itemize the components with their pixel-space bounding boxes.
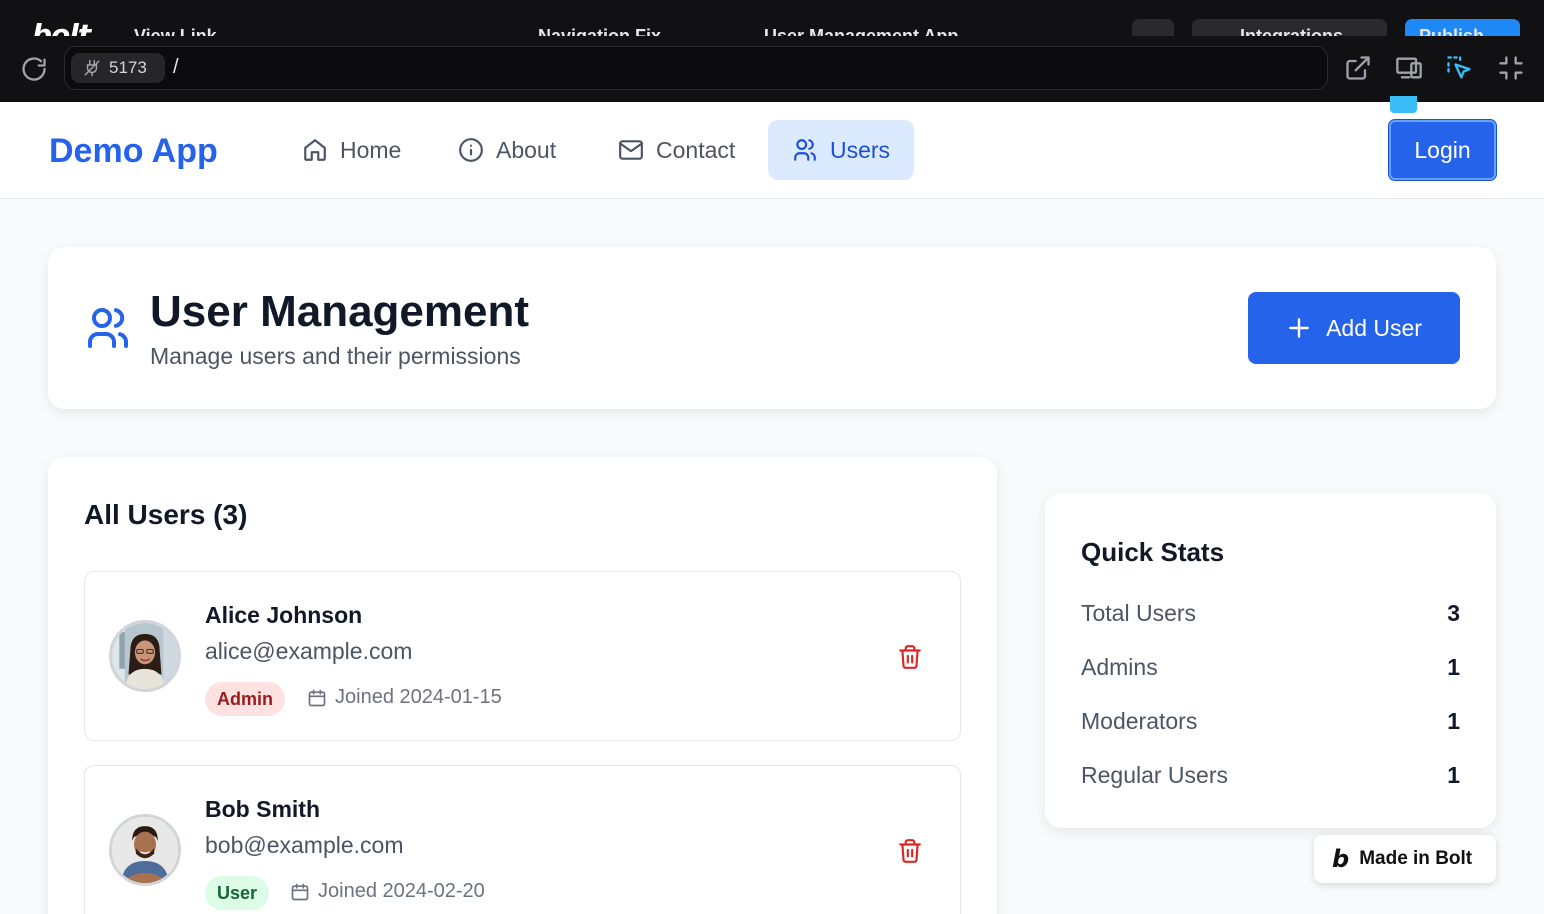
integrations-button[interactable]: Integrations <box>1192 19 1387 36</box>
minimize-icon[interactable] <box>1497 54 1525 82</box>
nav-contact[interactable]: Contact <box>594 120 759 180</box>
publish-button[interactable]: Publish <box>1405 19 1520 36</box>
user-email: bob@example.com <box>205 832 404 858</box>
user-photo <box>112 623 178 689</box>
plug-icon <box>84 59 100 77</box>
port-number: 5173 <box>109 58 147 77</box>
url-path: / <box>173 56 179 78</box>
nav-about[interactable]: About <box>434 120 580 180</box>
reload-icon[interactable] <box>20 55 48 83</box>
stat-row: Admins 1 <box>1081 654 1460 681</box>
role-badge: User <box>205 876 270 910</box>
user-card: Bob Smith bob@example.com User Joined 20… <box>84 765 961 914</box>
nav-users[interactable]: Users <box>768 120 915 180</box>
stat-value: 3 <box>1447 600 1460 626</box>
brand-logo[interactable]: Demo App <box>49 132 218 171</box>
view-link[interactable]: View Link <box>134 26 217 36</box>
calendar-icon <box>308 689 326 706</box>
calendar-icon <box>291 883 309 900</box>
settings-button[interactable] <box>1132 19 1174 36</box>
stat-value: 1 <box>1447 708 1460 734</box>
nav-about-label: About <box>496 136 557 163</box>
mail-icon <box>619 140 643 160</box>
device-preview-icon[interactable] <box>1395 54 1423 82</box>
joined-date-text: Joined 2024-02-20 <box>318 880 485 902</box>
nav-home-label: Home <box>340 136 402 163</box>
avatar <box>109 814 181 886</box>
trash-icon[interactable] <box>897 644 923 670</box>
nav-users-label: Users <box>830 136 891 163</box>
joined-date-text: Joined 2024-01-15 <box>335 686 502 708</box>
selection-tab <box>1390 96 1417 113</box>
stat-row: Moderators 1 <box>1081 708 1460 735</box>
users-list-title: All Users (3) <box>84 499 248 530</box>
url-bar[interactable]: 5173 / <box>64 46 1328 90</box>
stat-row: Regular Users 1 <box>1081 762 1460 789</box>
stats-title: Quick Stats <box>1081 537 1225 567</box>
add-user-button[interactable]: Add User <box>1248 292 1460 364</box>
joined-date: Joined 2024-02-20 <box>290 880 485 903</box>
users-list-card: All Users (3) Alice Johnson alice@exampl… <box>48 457 997 914</box>
add-user-label: Add User <box>1326 314 1422 341</box>
nav-home[interactable]: Home <box>278 120 425 180</box>
publish-label: Publish <box>1419 26 1485 36</box>
stat-label: Total Users <box>1081 600 1197 626</box>
users-icon <box>794 139 816 161</box>
integrations-label: Integrations <box>1240 26 1344 36</box>
user-photo <box>112 817 178 883</box>
avatar <box>109 620 181 692</box>
stat-value: 1 <box>1447 654 1460 680</box>
stat-label: Moderators <box>1081 708 1198 734</box>
app-navbar: Demo App Home About Contact Users Login <box>0 102 1544 199</box>
users-icon <box>88 308 129 348</box>
navigation-fix-label: Navigation Fix <box>538 26 662 36</box>
preview-browser-bar: 5173 / <box>0 36 1544 102</box>
role-badge: Admin <box>205 682 285 716</box>
home-icon <box>304 139 326 161</box>
stat-value: 1 <box>1447 762 1460 788</box>
made-in-bolt-label: Made in Bolt <box>1359 848 1473 869</box>
made-in-bolt-badge[interactable]: b Made in Bolt <box>1314 835 1496 883</box>
page-title: User Management <box>150 287 530 336</box>
bolt-top-bar: bolt View Link Navigation Fix User Manag… <box>0 0 1544 36</box>
login-button[interactable]: Login <box>1389 120 1496 180</box>
nav-contact-label: Contact <box>656 136 736 163</box>
page-header-card: User Management Manage users and their p… <box>48 247 1496 409</box>
inspect-cursor-icon[interactable] <box>1445 54 1473 82</box>
user-name: Alice Johnson <box>205 602 363 628</box>
user-card: Alice Johnson alice@example.com Admin Jo… <box>84 571 961 741</box>
bolt-logo[interactable]: bolt <box>32 18 91 36</box>
plus-icon <box>1289 318 1309 338</box>
stat-label: Admins <box>1081 654 1158 680</box>
trash-icon[interactable] <box>897 838 923 864</box>
stat-label: Regular Users <box>1081 762 1228 788</box>
stat-row: Total Users 3 <box>1081 600 1460 627</box>
joined-date: Joined 2024-01-15 <box>307 686 502 709</box>
info-icon <box>459 138 483 162</box>
port-chip[interactable]: 5173 <box>71 53 165 83</box>
project-title[interactable]: User Management App <box>764 26 958 36</box>
bolt-b-icon: b <box>1332 845 1350 873</box>
user-email: alice@example.com <box>205 638 413 664</box>
page-subtitle: Manage users and their permissions <box>150 343 521 369</box>
quick-stats-card: Quick Stats Total Users 3 Admins 1 Moder… <box>1045 493 1496 828</box>
user-name: Bob Smith <box>205 796 320 822</box>
external-link-icon[interactable] <box>1344 54 1372 82</box>
